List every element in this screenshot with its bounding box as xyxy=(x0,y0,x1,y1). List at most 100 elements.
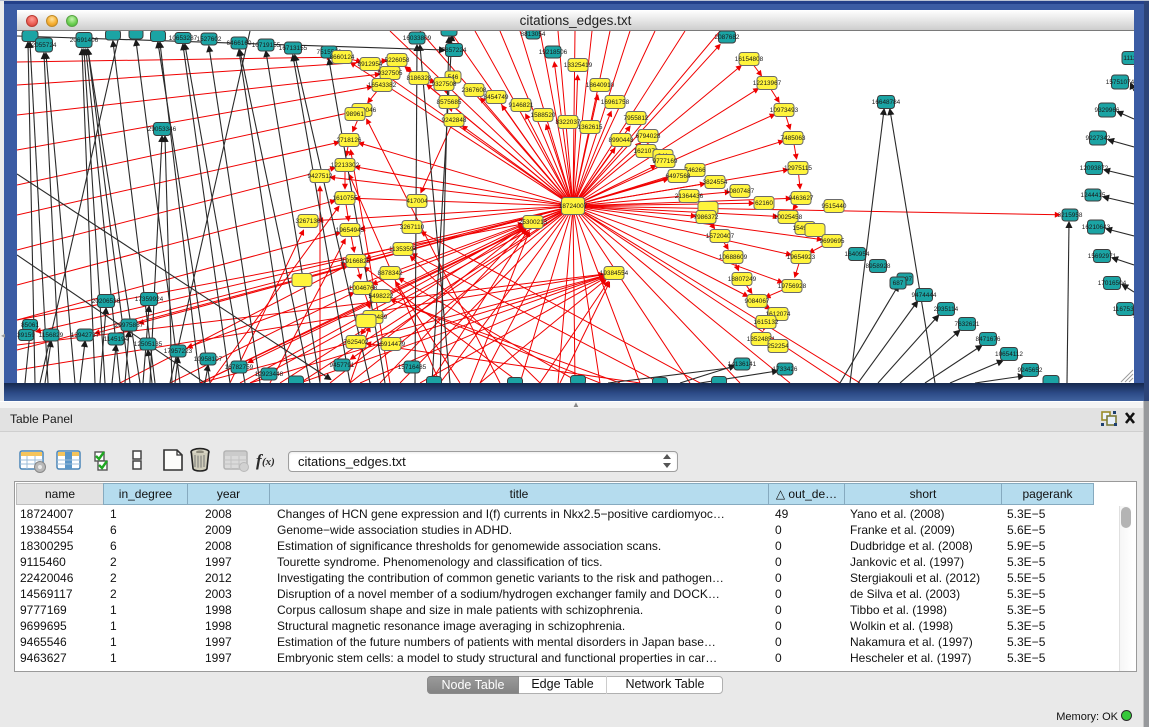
svg-text:(x): (x) xyxy=(262,456,275,468)
svg-text:18640910: 18640910 xyxy=(586,82,615,89)
svg-text:8454749: 8454749 xyxy=(484,94,509,101)
svg-text:7857224: 7857224 xyxy=(442,47,467,54)
svg-text:7632621: 7632621 xyxy=(955,321,980,328)
svg-text:39159: 39159 xyxy=(17,332,35,339)
svg-text:2718126: 2718126 xyxy=(337,137,362,144)
svg-text:8958928: 8958928 xyxy=(866,263,891,270)
svg-text:8471676: 8471676 xyxy=(976,336,1001,343)
svg-text:12975115: 12975115 xyxy=(784,165,812,172)
svg-text:62160: 62160 xyxy=(755,200,773,207)
svg-text:9427512: 9427512 xyxy=(308,173,333,180)
svg-text:3267130: 3267130 xyxy=(296,218,321,225)
svg-text:252254: 252254 xyxy=(767,343,789,350)
svg-text:9474444: 9474444 xyxy=(912,292,937,299)
svg-text:12093872: 12093872 xyxy=(1080,165,1109,172)
svg-text:1167533: 1167533 xyxy=(1113,306,1134,313)
svg-text:2087682: 2087682 xyxy=(715,34,740,41)
svg-text:9227342: 9227342 xyxy=(1086,135,1111,142)
svg-text:10973493: 10973493 xyxy=(770,107,799,114)
svg-text:17359924: 17359924 xyxy=(135,296,164,303)
svg-text:5226058: 5226058 xyxy=(385,57,410,64)
svg-text:6497568: 6497568 xyxy=(666,173,691,180)
svg-text:10653287: 10653287 xyxy=(169,35,198,42)
svg-text:1112: 1112 xyxy=(1123,55,1134,62)
svg-text:16713155: 16713155 xyxy=(279,45,308,52)
svg-text:9777169: 9777169 xyxy=(653,158,678,165)
svg-text:9329966: 9329966 xyxy=(1095,107,1120,114)
svg-text:5498222: 5498222 xyxy=(369,293,394,300)
svg-text:20206536: 20206536 xyxy=(92,298,121,305)
svg-text:12213967: 12213967 xyxy=(753,80,782,87)
svg-text:8813054: 8813054 xyxy=(521,31,546,38)
svg-text:3824554: 3824554 xyxy=(703,179,728,186)
svg-text:6794028: 6794028 xyxy=(636,133,661,140)
svg-text:19756928: 19756928 xyxy=(778,283,807,290)
svg-text:16154808: 16154808 xyxy=(735,56,764,63)
svg-text:8990443: 8990443 xyxy=(609,137,634,144)
svg-text:7955812: 7955812 xyxy=(624,115,649,122)
svg-text:15692971: 15692971 xyxy=(1088,253,1117,260)
svg-text:10958107: 10958107 xyxy=(194,356,223,363)
svg-text:18724007: 18724007 xyxy=(559,203,588,210)
svg-text:16210643: 16210643 xyxy=(1082,224,1111,231)
svg-text:16648784: 16648784 xyxy=(872,99,901,106)
svg-text:9457791: 9457791 xyxy=(330,362,355,369)
svg-text:1588520: 1588520 xyxy=(531,112,556,119)
svg-text:15751074: 15751074 xyxy=(1106,79,1134,86)
svg-text:13325419: 13325419 xyxy=(564,62,593,69)
svg-text:1610755: 1610755 xyxy=(333,195,358,202)
svg-text:9463627: 9463627 xyxy=(789,195,814,202)
svg-text:8660124: 8660124 xyxy=(330,54,355,61)
svg-text:85061: 85061 xyxy=(21,322,39,329)
svg-text:25300213: 25300213 xyxy=(519,219,548,226)
svg-text:16782759: 16782759 xyxy=(225,364,254,371)
svg-text:19218506: 19218506 xyxy=(539,49,568,56)
svg-text:7625402: 7625402 xyxy=(344,339,369,346)
svg-text:11353594: 11353594 xyxy=(389,246,417,253)
svg-text:12942737: 12942737 xyxy=(71,332,100,339)
svg-text:19654923: 19654923 xyxy=(787,254,816,261)
svg-text:12505135: 12505135 xyxy=(134,341,163,348)
svg-text:10025458: 10025458 xyxy=(774,214,803,221)
svg-text:16914479: 16914479 xyxy=(377,341,406,348)
svg-text:12923448: 12923448 xyxy=(255,371,284,378)
svg-text:8575685: 8575685 xyxy=(437,99,462,106)
svg-text:12213302: 12213302 xyxy=(331,162,360,169)
svg-text:8878342: 8878342 xyxy=(378,270,403,277)
svg-text:1733426: 1733426 xyxy=(773,366,798,373)
svg-text:1244415: 1244415 xyxy=(1081,192,1106,199)
svg-text:687: 687 xyxy=(893,280,904,287)
svg-text:1156829: 1156829 xyxy=(39,332,64,339)
svg-text:17957223: 17957223 xyxy=(164,348,193,355)
svg-text:10654112: 10654112 xyxy=(995,351,1023,358)
svg-text:9242848: 9242848 xyxy=(442,117,467,124)
svg-text:1145194: 1145194 xyxy=(104,336,129,343)
svg-text:9084067: 9084067 xyxy=(745,298,770,305)
svg-text:9146821: 9146821 xyxy=(509,102,534,109)
svg-text:8912954: 8912954 xyxy=(358,61,383,68)
svg-text:20691406: 20691406 xyxy=(70,37,99,44)
svg-text:9699695: 9699695 xyxy=(820,238,845,245)
svg-text:14136141: 14136141 xyxy=(728,361,757,368)
svg-text:2367608: 2367608 xyxy=(462,87,487,94)
svg-text:1640954: 1640954 xyxy=(845,251,870,258)
svg-text:9515440: 9515440 xyxy=(822,203,847,210)
svg-text:16961758: 16961758 xyxy=(601,99,630,106)
svg-text:9327508: 9327508 xyxy=(432,81,457,88)
svg-text:18807249: 18807249 xyxy=(728,276,757,283)
svg-text:9245652: 9245652 xyxy=(1018,367,1043,374)
svg-text:17016504: 17016504 xyxy=(1098,280,1127,287)
svg-text:10688609: 10688609 xyxy=(719,254,748,261)
svg-text:417004: 417004 xyxy=(406,198,428,205)
svg-text:3215958: 3215958 xyxy=(1058,212,1083,219)
svg-text:16033809: 16033809 xyxy=(403,35,432,42)
svg-text:19166825: 19166825 xyxy=(342,258,371,265)
svg-text:98961: 98961 xyxy=(346,111,364,118)
svg-text:2935114: 2935114 xyxy=(934,306,959,313)
svg-text:7485063: 7485063 xyxy=(781,135,806,142)
svg-text:16543382: 16543382 xyxy=(368,82,397,89)
svg-text:1615132: 1615132 xyxy=(754,319,779,326)
svg-text:19384554: 19384554 xyxy=(600,270,629,277)
svg-text:7986372: 7986372 xyxy=(694,214,719,221)
svg-text:9327505: 9327505 xyxy=(378,70,403,77)
